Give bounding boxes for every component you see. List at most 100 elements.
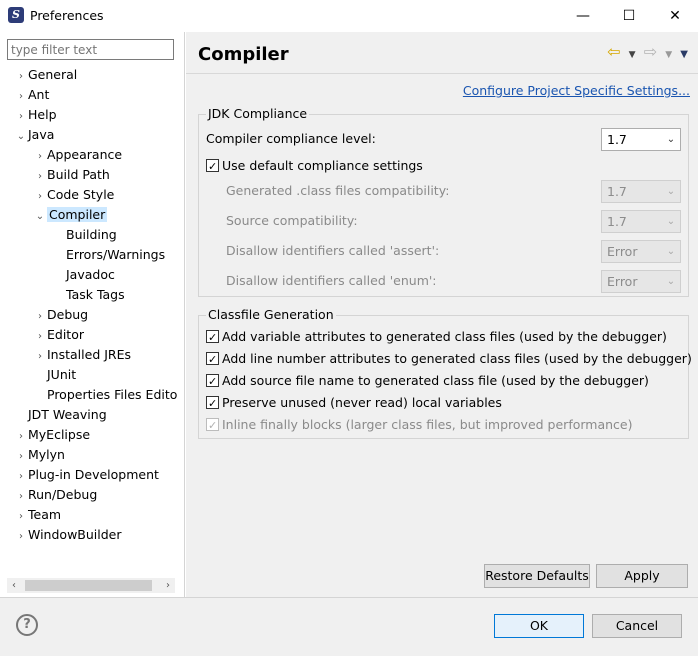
classfile-generation-group: Classfile Generation Add variable attrib… [198, 307, 692, 439]
tree-item-label: Building [66, 227, 117, 242]
line-number-attributes-checkbox[interactable]: Add line number attributes to generated … [206, 348, 692, 371]
tree-item-plug-in-development[interactable]: › Plug-in Development [14, 465, 159, 485]
checkbox-label: Preserve unused (never read) local varia… [222, 395, 502, 410]
tree-item-label: WindowBuilder [28, 527, 122, 542]
tree-item-properties-files-edito[interactable]: Properties Files Edito [33, 385, 177, 405]
preference-page: Compiler ⇦ ▼ ⇨ ▼ ▼ Configure Project Spe… [186, 32, 698, 597]
checkbox-icon[interactable] [206, 156, 219, 178]
chevron-down-icon: ⌄ [666, 186, 676, 197]
cancel-button[interactable]: Cancel [592, 614, 682, 638]
chevron-right-icon[interactable]: › [14, 527, 28, 547]
chevron-right-icon[interactable]: › [33, 167, 47, 187]
configure-project-settings-link[interactable]: Configure Project Specific Settings... [463, 83, 690, 98]
inline-finally-checkbox: Inline finally blocks (larger class file… [206, 414, 633, 437]
tree-item-label: General [28, 67, 78, 82]
chevron-right-icon[interactable]: › [14, 107, 28, 127]
tree-item-label: Editor [47, 327, 84, 342]
chevron-right-icon[interactable]: › [14, 507, 28, 527]
chevron-right-icon[interactable]: › [33, 307, 47, 327]
chevron-right-icon[interactable]: › [33, 347, 47, 367]
apply-button[interactable]: Apply [596, 564, 688, 588]
tree-item-run-debug[interactable]: › Run/Debug [14, 485, 97, 505]
tree-item-label: MyEclipse [28, 427, 91, 442]
group-title: Classfile Generation [206, 307, 336, 322]
dialog-button-bar: ? OK Cancel [0, 597, 698, 656]
chevron-right-icon[interactable]: › [33, 147, 47, 167]
view-menu-icon[interactable]: ▼ [680, 49, 688, 60]
disallow-enum-value: Error [607, 274, 638, 289]
tree-item-code-style[interactable]: › Code Style [33, 185, 114, 205]
jdk-compliance-group: JDK Compliance Compiler compliance level… [198, 106, 689, 297]
chevron-right-icon[interactable]: › [33, 187, 47, 207]
tree-item-label: Code Style [47, 187, 115, 202]
tree-item-windowbuilder[interactable]: › WindowBuilder [14, 525, 122, 545]
tree-item-help[interactable]: › Help [14, 105, 57, 125]
restore-defaults-button[interactable]: Restore Defaults [484, 564, 590, 588]
close-button[interactable]: ✕ [652, 0, 698, 32]
tree-item-editor[interactable]: › Editor [33, 325, 84, 345]
tree-item-debug[interactable]: › Debug [33, 305, 88, 325]
variable-attributes-checkbox[interactable]: Add variable attributes to generated cla… [206, 326, 667, 349]
tree-item-junit[interactable]: JUnit [33, 365, 76, 385]
horizontal-scrollbar[interactable]: ‹ › [7, 578, 175, 593]
chevron-down-icon[interactable]: ⌄ [33, 207, 47, 227]
disallow-assert-label: Disallow identifiers called 'assert': [226, 243, 440, 258]
chevron-right-icon[interactable]: › [14, 487, 28, 507]
help-icon[interactable]: ? [16, 614, 38, 636]
preserve-unused-checkbox[interactable]: Preserve unused (never read) local varia… [206, 392, 502, 415]
tree-item-java[interactable]: ⌄ Java [14, 125, 55, 147]
chevron-right-icon[interactable]: › [14, 67, 28, 87]
checkbox-icon[interactable] [206, 327, 219, 349]
source-file-name-checkbox[interactable]: Add source file name to generated class … [206, 370, 649, 393]
chevron-down-icon[interactable]: ⌄ [14, 127, 28, 147]
tree-item-label: Plug-in Development [28, 467, 159, 482]
tree-item-team[interactable]: › Team [14, 505, 61, 525]
checkbox-icon[interactable] [206, 393, 219, 415]
back-arrow-icon[interactable]: ⇦ [607, 42, 620, 61]
tree-item-installed-jres[interactable]: › Installed JREs [33, 345, 131, 365]
chevron-right-icon[interactable]: › [14, 447, 28, 467]
tree-item-myeclipse[interactable]: › MyEclipse [14, 425, 90, 445]
chevron-right-icon[interactable]: › [33, 327, 47, 347]
checkbox-icon[interactable] [206, 349, 219, 371]
filter-input[interactable] [7, 39, 174, 60]
tree-item-errors-warnings[interactable]: Errors/Warnings [52, 245, 165, 265]
chevron-right-icon[interactable]: › [14, 427, 28, 447]
forward-menu-icon[interactable]: ▼ [665, 50, 672, 60]
tree-item-label: Task Tags [66, 287, 125, 302]
tree-item-building[interactable]: Building [52, 225, 117, 245]
navigation-arrows: ⇦ ▼ ⇨ ▼ ▼ [603, 42, 688, 62]
tree-item-jdt-weaving[interactable]: JDT Weaving [14, 405, 107, 425]
minimize-button[interactable]: — [560, 0, 606, 32]
title-bar: S Preferences — ☐ ✕ [0, 0, 698, 32]
compliance-level-select[interactable]: 1.7 ⌄ [601, 128, 681, 151]
tree-item-label: Run/Debug [28, 487, 98, 502]
maximize-button[interactable]: ☐ [606, 0, 652, 32]
source-compatibility-value: 1.7 [607, 214, 627, 229]
checkbox-label: Inline finally blocks (larger class file… [222, 417, 633, 432]
window-title: Preferences [30, 8, 104, 23]
back-menu-icon[interactable]: ▼ [629, 50, 636, 60]
tree-item-appearance[interactable]: › Appearance [33, 145, 122, 165]
generated-compatibility-value: 1.7 [607, 184, 627, 199]
forward-arrow-icon[interactable]: ⇨ [644, 42, 657, 61]
checkbox-label: Add source file name to generated class … [222, 373, 649, 388]
scroll-right-icon[interactable]: › [161, 578, 175, 593]
checkbox-icon[interactable] [206, 371, 219, 393]
scrollbar-thumb[interactable] [25, 580, 152, 591]
tree-item-compiler[interactable]: ⌄ Compiler [33, 205, 108, 227]
scroll-left-icon[interactable]: ‹ [7, 578, 21, 593]
tree-item-task-tags[interactable]: Task Tags [52, 285, 125, 305]
ok-button[interactable]: OK [494, 614, 584, 638]
tree-item-ant[interactable]: › Ant [14, 85, 49, 105]
chevron-right-icon[interactable]: › [14, 87, 28, 107]
tree-item-general[interactable]: › General [14, 65, 77, 85]
tree-item-label: Errors/Warnings [66, 247, 166, 262]
tree-item-label: Appearance [47, 147, 123, 162]
use-default-compliance-checkbox[interactable]: Use default compliance settings [206, 155, 423, 178]
tree-item-label: JDT Weaving [28, 407, 107, 422]
tree-item-javadoc[interactable]: Javadoc [52, 265, 115, 285]
chevron-right-icon[interactable]: › [14, 467, 28, 487]
tree-item-mylyn[interactable]: › Mylyn [14, 445, 65, 465]
tree-item-build-path[interactable]: › Build Path [33, 165, 110, 185]
